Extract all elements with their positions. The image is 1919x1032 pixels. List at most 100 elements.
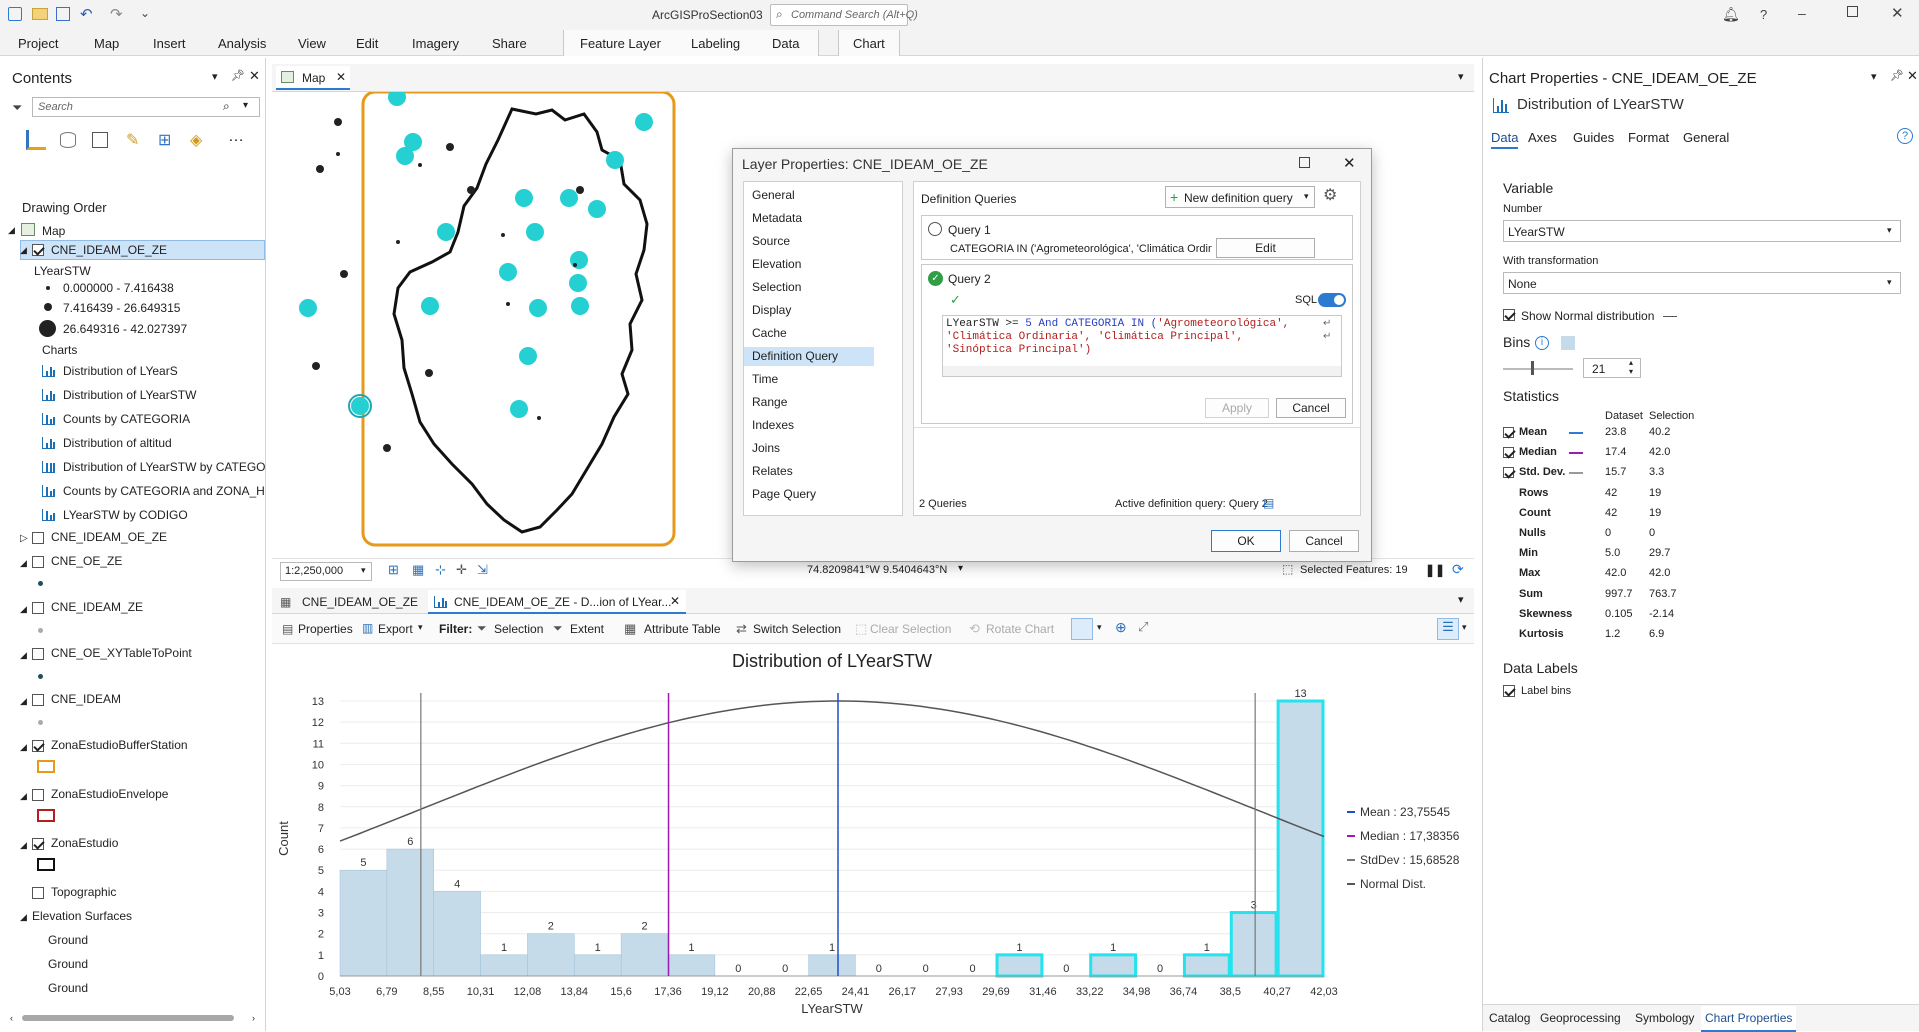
tab-guides[interactable]: Guides — [1573, 130, 1614, 145]
close-app-icon[interactable]: ✕ — [1891, 4, 1904, 22]
tab-overflow-icon[interactable]: ▾ — [1458, 70, 1464, 83]
settings-gear-icon[interactable]: ⚙ — [1323, 185, 1337, 205]
horizontal-scrollbar[interactable]: ‹ › — [10, 1013, 260, 1023]
tab-insert[interactable]: Insert — [153, 36, 186, 51]
tab-feature-layer[interactable]: Feature Layer — [580, 36, 661, 51]
save-icon[interactable] — [56, 7, 70, 21]
map-view-tab[interactable]: Map ✕ — [276, 66, 350, 90]
full-extent-icon[interactable]: ⤢ — [1138, 619, 1148, 635]
layer-visibility-checkbox[interactable] — [32, 648, 44, 660]
chart-item[interactable]: Distribution of LYearSTW by CATEGOR — [63, 460, 265, 474]
active-query-check-icon[interactable]: ✓ — [928, 271, 943, 286]
maximize-icon[interactable] — [1299, 157, 1310, 168]
ground-item[interactable]: Ground — [48, 981, 88, 995]
collapse-elevation-icon[interactable]: ◢ — [20, 912, 27, 923]
property-page-joins[interactable]: Joins — [744, 439, 874, 458]
coordinates-dropdown-icon[interactable]: ▾ — [958, 563, 963, 574]
tab-edit[interactable]: Edit — [356, 36, 378, 51]
expand-layer-icon[interactable]: ▷ — [20, 533, 28, 544]
tab-share[interactable]: Share — [492, 36, 527, 51]
transformation-select[interactable]: None ▾ — [1503, 272, 1901, 294]
tab-project[interactable]: Project — [18, 36, 58, 51]
clear-selection-button[interactable]: Clear Selection — [870, 622, 951, 636]
list-by-editing-icon[interactable]: ✎ — [126, 130, 139, 150]
collapse-layer-icon[interactable]: ◢ — [20, 791, 27, 802]
stat-checkbox[interactable] — [1503, 447, 1514, 459]
editor-scrollbar[interactable] — [943, 366, 1341, 376]
help-icon[interactable]: ? — [1760, 7, 1767, 22]
command-search[interactable]: ⌕ Command Search (Alt+Q) — [770, 4, 918, 26]
chart-item[interactable]: Distribution of altitud — [63, 436, 172, 450]
customize-toolbar-icon[interactable]: ⌄ — [140, 6, 150, 20]
selected-features-count[interactable]: Selected Features: 19 — [1300, 564, 1408, 576]
collapse-layer-icon[interactable]: ◢ — [20, 604, 27, 615]
layer-name[interactable]: CNE_IDEAM — [51, 692, 121, 706]
attribute-table-button[interactable]: Attribute Table — [644, 622, 721, 636]
layer-visibility-checkbox[interactable] — [32, 838, 44, 850]
list-by-selection-icon[interactable] — [92, 132, 108, 148]
scroll-left-icon[interactable]: ‹ — [10, 1013, 13, 1023]
tab-data[interactable]: Data — [1491, 130, 1519, 149]
new-definition-query-button[interactable]: + New definition query ▾ — [1165, 186, 1315, 208]
chart-area[interactable]: Distribution of LYearSTW 0 1 2 3 4 5 6 7 8 9 10 11 12… — [272, 645, 1474, 1031]
edit-query-button[interactable]: Edit — [1216, 238, 1315, 258]
list-by-drawing-order-icon[interactable] — [26, 130, 46, 150]
filter-icon[interactable]: ⏷ — [12, 100, 22, 116]
pin-icon[interactable]: 📌︎ — [231, 69, 245, 82]
more-options-icon[interactable]: … — [228, 128, 244, 146]
bins-slider-track[interactable] — [1503, 368, 1573, 370]
collapse-layer-icon[interactable]: ◢ — [20, 650, 27, 661]
label-bins-checkbox[interactable] — [1503, 685, 1515, 697]
table-icon[interactable]: ▦ — [412, 562, 424, 578]
property-page-source[interactable]: Source — [744, 232, 874, 251]
scrollbar-thumb[interactable] — [22, 1015, 234, 1021]
layer-name[interactable]: ZonaEstudioEnvelope — [51, 787, 168, 801]
tab-symbology[interactable]: Symbology — [1635, 1011, 1694, 1025]
close-tab-icon[interactable]: ✕ — [670, 594, 680, 608]
property-page-range[interactable]: Range — [744, 393, 874, 412]
legend-toggle-icon[interactable]: ☰ — [1437, 618, 1459, 640]
sql-editor[interactable]: LYearSTW >= 5 And CATEGORIA IN ('Agromet… — [942, 315, 1342, 377]
tab-format[interactable]: Format — [1628, 130, 1669, 145]
number-field-select[interactable]: LYearSTW ▾ — [1503, 220, 1901, 242]
collapse-layer-icon[interactable]: ◢ — [20, 840, 27, 851]
bins-stepper[interactable]: 21 ▴ ▾ — [1583, 358, 1641, 378]
layer-visibility-checkbox[interactable] — [32, 602, 44, 614]
search-dropdown-icon[interactable]: ▾ — [243, 100, 248, 111]
table-icon[interactable]: ▤ — [1263, 496, 1274, 510]
attribute-table-tab[interactable]: ▦ CNE_IDEAM_OE_ZE — [276, 590, 424, 614]
snapping-icon[interactable]: ⊹ — [435, 562, 446, 578]
export-dropdown-icon[interactable]: ▾ — [418, 622, 423, 633]
constraints-icon[interactable]: ⇲ — [477, 562, 488, 578]
property-page-relates[interactable]: Relates — [744, 462, 874, 481]
property-page-general[interactable]: General — [744, 186, 874, 205]
scale-selector[interactable]: 1:2,250,000 ▾ — [280, 562, 372, 581]
ground-item[interactable]: Ground — [48, 933, 88, 947]
property-page-cache[interactable]: Cache — [744, 324, 874, 343]
property-page-definition-query[interactable]: Definition Query — [744, 347, 874, 366]
collapse-layer-icon[interactable]: ◢ — [20, 696, 27, 707]
property-page-display[interactable]: Display — [744, 301, 874, 320]
collapse-layer-icon[interactable]: ◢ — [20, 558, 27, 569]
expand-map-icon[interactable]: ◢ — [8, 225, 15, 236]
pane-options-icon[interactable]: ▾ — [212, 70, 218, 83]
tab-labeling[interactable]: Labeling — [691, 36, 740, 51]
close-pane-icon[interactable]: ✕ — [1907, 68, 1918, 84]
undo-icon[interactable]: ↶ — [80, 5, 93, 23]
increment-icon[interactable]: ▴ — [1629, 358, 1633, 367]
bins-slider-thumb[interactable] — [1531, 361, 1534, 375]
layer-visibility-checkbox[interactable] — [32, 740, 44, 752]
list-by-source-icon[interactable] — [60, 132, 76, 148]
restore-icon[interactable] — [1847, 6, 1858, 17]
basemap-name[interactable]: Topographic — [51, 885, 116, 899]
crosshair-icon[interactable]: ✛ — [456, 562, 467, 578]
tab-analysis[interactable]: Analysis — [218, 36, 266, 51]
layer-visibility-checkbox[interactable] — [32, 532, 44, 544]
grid-icon[interactable]: ⊞ — [388, 562, 399, 578]
elevation-surfaces[interactable]: Elevation Surfaces — [32, 909, 132, 923]
sql-toggle[interactable] — [1318, 293, 1346, 307]
scroll-right-icon[interactable]: › — [252, 1013, 255, 1023]
map-node-label[interactable]: Map — [42, 224, 65, 238]
layer-visibility-checkbox[interactable] — [32, 789, 44, 801]
tab-catalog[interactable]: Catalog — [1489, 1011, 1530, 1025]
